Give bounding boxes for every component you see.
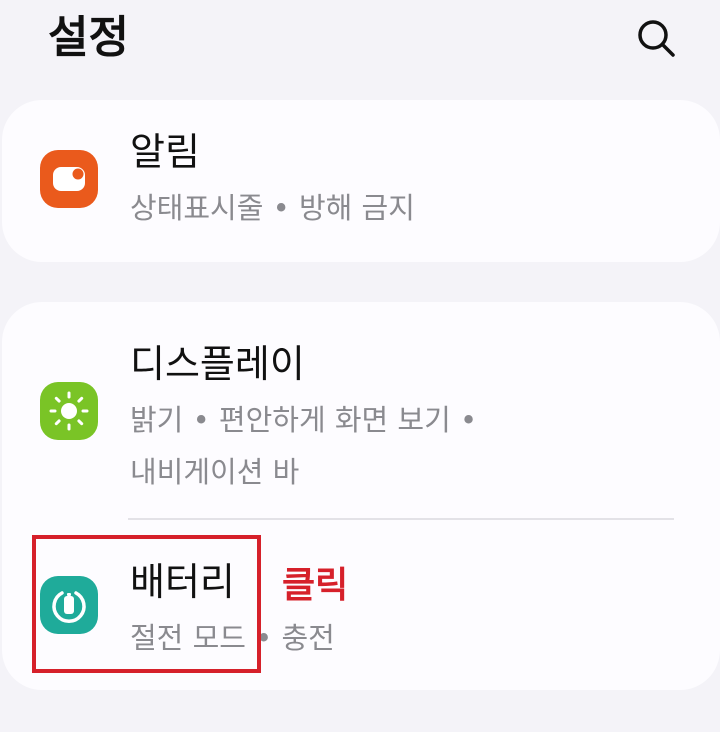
click-highlight-box [32, 535, 261, 673]
settings-card-notifications: 알림 상태표시줄 • 방해 금지 [2, 100, 720, 262]
click-annotation: 클릭 [282, 565, 349, 606]
notification-bell-icon [40, 150, 98, 208]
search-icon [638, 20, 675, 57]
settings-item-display[interactable]: 디스플레이 밝기 • 편안하게 화면 보기 • 내비게이션 바 [2, 302, 720, 518]
notifications-title: 알림 [130, 130, 200, 174]
page-title: 설정 [48, 12, 129, 63]
settings-item-notifications[interactable]: 알림 상태표시줄 • 방해 금지 [2, 100, 720, 262]
display-subtitle-line1: 밝기 • 편안하게 화면 보기 • [130, 403, 478, 437]
app-header: 설정 [0, 0, 720, 90]
notifications-subtitle: 상태표시줄 • 방해 금지 [130, 191, 415, 225]
display-title: 디스플레이 [130, 342, 305, 386]
display-subtitle-line2: 내비게이션 바 [130, 455, 300, 489]
sun-brightness-icon [40, 382, 98, 440]
search-button[interactable] [632, 14, 680, 62]
